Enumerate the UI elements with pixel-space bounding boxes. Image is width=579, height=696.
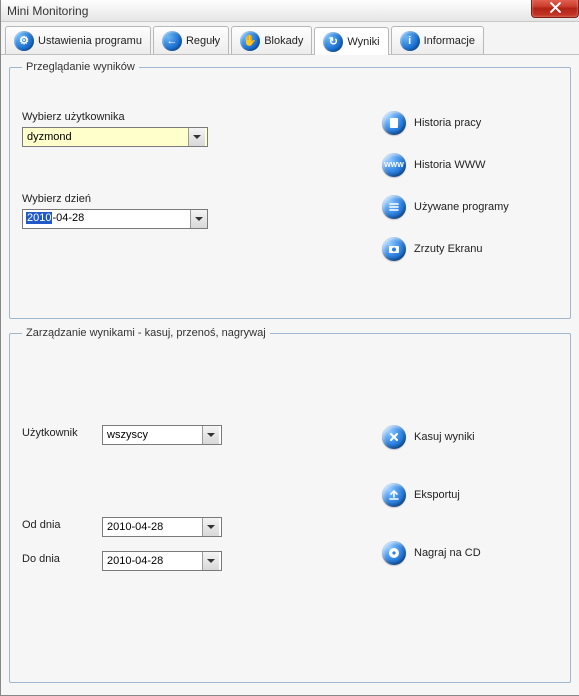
from-date-value[interactable] xyxy=(103,518,202,536)
from-date[interactable] xyxy=(102,517,222,537)
tab-blocks[interactable]: ✋ Blokady xyxy=(231,26,312,54)
action-history-www[interactable]: WWW Historia WWW xyxy=(382,153,509,177)
browse-group: Przeglądanie wyników Wybierz użytkownika… xyxy=(9,61,571,319)
www-icon: WWW xyxy=(382,153,406,177)
camera-icon xyxy=(382,237,406,261)
titlebar: Mini Monitoring xyxy=(1,0,579,22)
to-date[interactable] xyxy=(102,551,222,571)
action-label: Historia pracy xyxy=(414,117,481,129)
action-history-work[interactable]: Historia pracy xyxy=(382,111,509,135)
tab-label: Reguły xyxy=(186,35,220,47)
chevron-down-icon[interactable] xyxy=(190,210,207,228)
chevron-down-icon[interactable] xyxy=(188,128,205,146)
manage-action-list: Kasuj wyniki Eksportuj Nagraj na CD xyxy=(382,425,481,573)
tab-bar: ⚙ Ustawienia programu ← Reguły ✋ Blokady… xyxy=(1,22,579,55)
delete-icon xyxy=(382,425,406,449)
action-label: Zrzuty Ekranu xyxy=(414,243,482,255)
close-button[interactable] xyxy=(531,0,579,18)
action-label: Eksportuj xyxy=(414,489,460,501)
action-screenshots[interactable]: Zrzuty Ekranu xyxy=(382,237,509,261)
user-select-value[interactable] xyxy=(23,128,188,146)
close-icon xyxy=(550,2,561,13)
browse-legend: Przeglądanie wyników xyxy=(22,61,139,73)
action-label: Kasuj wyniki xyxy=(414,431,475,443)
window-title: Mini Monitoring xyxy=(7,4,88,18)
document-icon xyxy=(382,111,406,135)
tab-results[interactable]: ↻ Wyniki xyxy=(314,27,388,55)
action-label: Używane programy xyxy=(414,201,509,213)
tab-rules[interactable]: ← Reguły xyxy=(153,26,229,54)
user-label: Wybierz użytkownika xyxy=(22,111,342,123)
action-export[interactable]: Eksportuj xyxy=(382,483,481,507)
app-window: Mini Monitoring ⚙ Ustawienia programu ← … xyxy=(0,0,579,696)
action-label: Nagraj na CD xyxy=(414,547,481,559)
tab-label: Blokady xyxy=(264,35,303,47)
tab-label: Wyniki xyxy=(347,36,379,48)
action-burn-cd[interactable]: Nagraj na CD xyxy=(382,541,481,565)
arrow-left-icon: ← xyxy=(162,31,182,51)
manage-user-select[interactable] xyxy=(102,425,222,445)
to-date-value[interactable] xyxy=(103,552,202,570)
action-delete[interactable]: Kasuj wyniki xyxy=(382,425,481,449)
list-icon xyxy=(382,195,406,219)
hand-icon: ✋ xyxy=(240,31,260,51)
day-label: Wybierz dzień xyxy=(22,193,342,205)
from-label: Od dnia xyxy=(22,519,102,531)
day-selected-part: 2010 xyxy=(26,212,52,224)
info-icon: i xyxy=(400,31,420,51)
tab-info[interactable]: i Informacje xyxy=(391,26,484,54)
export-icon xyxy=(382,483,406,507)
tab-settings[interactable]: ⚙ Ustawienia programu xyxy=(5,26,151,54)
chevron-down-icon[interactable] xyxy=(202,552,219,570)
tab-label: Informacje xyxy=(424,35,475,47)
day-rest-part: -04-28 xyxy=(52,212,84,224)
tab-label: Ustawienia programu xyxy=(38,35,142,47)
manage-user-value[interactable] xyxy=(103,426,202,444)
day-select[interactable]: 2010-04-28 xyxy=(22,209,208,229)
wrench-icon: ⚙ xyxy=(14,31,34,51)
action-used-programs[interactable]: Używane programy xyxy=(382,195,509,219)
manage-user-label: Użytkownik xyxy=(22,427,102,439)
manage-group: Zarządzanie wynikami - kasuj, przenoś, n… xyxy=(9,327,571,683)
browse-action-list: Historia pracy WWW Historia WWW Używane … xyxy=(382,111,509,261)
manage-legend: Zarządzanie wynikami - kasuj, przenoś, n… xyxy=(22,327,270,339)
refresh-icon: ↻ xyxy=(323,32,343,52)
chevron-down-icon[interactable] xyxy=(202,426,219,444)
chevron-down-icon[interactable] xyxy=(202,518,219,536)
to-label: Do dnia xyxy=(22,553,102,565)
user-select[interactable] xyxy=(22,127,208,147)
cd-icon xyxy=(382,541,406,565)
action-label: Historia WWW xyxy=(414,159,486,171)
content-area: Przeglądanie wyników Wybierz użytkownika… xyxy=(1,55,579,695)
